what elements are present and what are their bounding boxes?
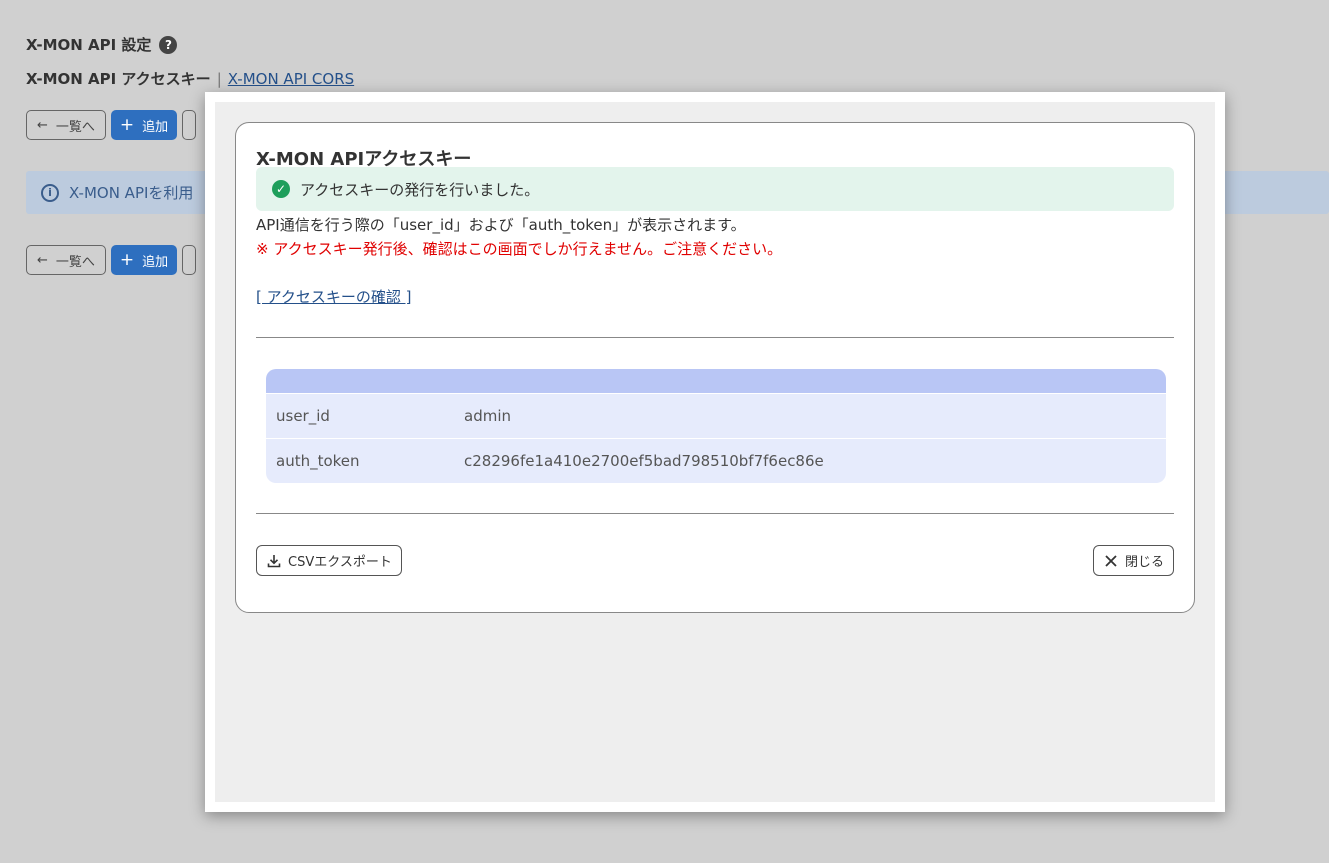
info-text: X-MON APIを利用 — [69, 184, 194, 202]
close-icon — [1103, 553, 1119, 569]
close-button[interactable]: 閉じる — [1092, 545, 1174, 576]
row-value: c28296fe1a410e2700ef5bad798510bf7f6ec86e — [464, 452, 824, 470]
confirm-access-key-link[interactable]: [ アクセスキーの確認 ] — [256, 286, 412, 307]
sub-navigation: X-MON API アクセスキー | X-MON API CORS — [26, 68, 354, 89]
add-button[interactable]: + 追加 — [110, 245, 178, 275]
row-key: auth_token — [276, 452, 360, 470]
toolbar-top: ← 一覧へ + 追加 — [26, 110, 197, 140]
back-label: 一覧へ — [55, 254, 95, 270]
subnav-link-cors[interactable]: X-MON API CORS — [228, 70, 354, 88]
close-label: 閉じる — [1124, 555, 1164, 570]
arrow-left-icon: ← — [37, 117, 48, 133]
page-title-row: X-MON API 設定 ? — [26, 34, 178, 55]
delete-button[interactable] — [182, 110, 197, 140]
divider — [256, 513, 1174, 514]
modal-dialog: X-MON APIアクセスキー ✓ アクセスキーの発行を行いました。 API通信… — [205, 92, 1225, 812]
access-key-card: X-MON APIアクセスキー ✓ アクセスキーの発行を行いました。 API通信… — [235, 122, 1195, 613]
description-text: API通信を行う際の「user_id」および「auth_token」が表示されま… — [256, 216, 746, 234]
question-circle-icon[interactable]: ? — [159, 35, 178, 54]
table-header — [266, 369, 1166, 393]
success-message: アクセスキーの発行を行いました。 — [300, 180, 540, 199]
back-label: 一覧へ — [55, 119, 95, 135]
page-title: X-MON API 設定 — [26, 36, 152, 54]
check-circle-icon: ✓ — [272, 180, 290, 198]
toolbar-bottom: ← 一覧へ + 追加 — [26, 245, 197, 275]
info-icon: i — [41, 183, 59, 202]
table-row: auth_token c28296fe1a410e2700ef5bad79851… — [266, 438, 1166, 483]
csv-export-button[interactable]: CSVエクスポート — [256, 545, 402, 576]
add-label: 追加 — [142, 119, 169, 135]
success-alert: ✓ アクセスキーの発行を行いました。 — [256, 167, 1174, 211]
add-button[interactable]: + 追加 — [110, 110, 178, 140]
plus-icon: + — [119, 250, 135, 270]
arrow-left-icon: ← — [37, 252, 48, 268]
subnav-separator: | — [216, 69, 222, 88]
row-value: admin — [464, 407, 511, 425]
subnav-current: X-MON API アクセスキー — [26, 70, 211, 88]
add-label: 追加 — [142, 254, 169, 270]
divider — [256, 337, 1174, 338]
access-key-table: user_id admin auth_token c28296fe1a410e2… — [266, 369, 1166, 483]
back-to-list-button[interactable]: ← 一覧へ — [26, 110, 106, 140]
row-key: user_id — [276, 407, 330, 425]
csv-export-label: CSVエクスポート — [288, 555, 392, 570]
delete-button[interactable] — [182, 245, 197, 275]
back-to-list-button[interactable]: ← 一覧へ — [26, 245, 106, 275]
plus-icon: + — [119, 115, 135, 135]
modal-body: X-MON APIアクセスキー ✓ アクセスキーの発行を行いました。 API通信… — [215, 102, 1215, 802]
table-row: user_id admin — [266, 393, 1166, 438]
warning-text: ※ アクセスキー発行後、確認はこの画面でしか行えません。ご注意ください。 — [256, 240, 783, 258]
download-icon — [266, 553, 282, 569]
